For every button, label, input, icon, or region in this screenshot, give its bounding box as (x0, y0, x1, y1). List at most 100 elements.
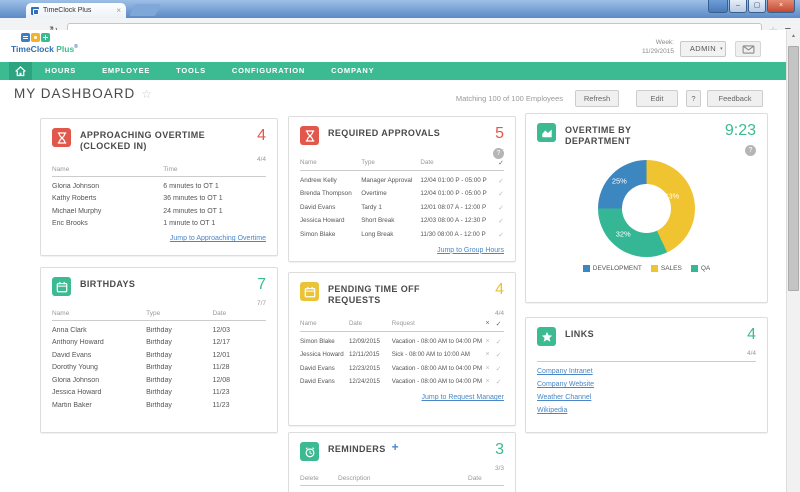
link-company-website[interactable]: Company Website (537, 381, 756, 388)
approve-icon[interactable]: ✓ (492, 231, 504, 239)
help-icon[interactable]: ? (745, 145, 756, 156)
table-row: David Evans 12/23/2015 Vacation - 08:00 … (300, 359, 504, 373)
card-count: 4 (747, 327, 756, 342)
cell-date: 12/04 01:00 P - 05:00 P (420, 190, 492, 198)
nav-item-tools[interactable]: TOOLS (163, 62, 219, 80)
tab-close-icon[interactable]: × (116, 7, 121, 15)
approve-icon[interactable]: ✓ (492, 204, 504, 212)
deny-icon[interactable]: × (482, 338, 493, 346)
hourglass-icon (300, 126, 319, 145)
card-approaching-overtime: APPROACHING OVERTIME (CLOCKED IN) 4 4/4 … (40, 118, 278, 256)
matching-employees-text: Matching 100 of 100 Employees (456, 94, 563, 103)
minimize-button[interactable]: – (729, 0, 747, 13)
edit-button[interactable]: Edit (636, 90, 678, 107)
cell-name: David Evans (300, 378, 349, 386)
jump-to-group-hours-link[interactable]: Jump to Group Hours (300, 247, 504, 254)
nav-item-hours[interactable]: HOURS (32, 62, 89, 80)
cell-name: Jessica Howard (300, 217, 361, 225)
cell-date: 12/04 01:00 P - 05:00 P (420, 177, 492, 185)
deny-all-icon[interactable]: × (482, 320, 493, 328)
cell-date: 12/24/2015 (349, 378, 392, 386)
cell-date: 12/03 08:00 A - 12:30 P (420, 217, 492, 225)
column-name: Name (300, 320, 349, 328)
scroll-up-icon[interactable]: ▲ (787, 30, 800, 43)
column-type: Type (146, 310, 212, 317)
card-links: LINKS 4 4/4 Company Intranet Company Web… (525, 317, 768, 433)
card-pending-time-off: PENDING TIME OFF REQUESTS 4 4/4 Name Dat… (288, 272, 516, 426)
card-overtime-by-department: OVERTIME BY DEPARTMENT 9:23 ? 43% 32% 25… (525, 113, 768, 303)
column-date: Date (349, 320, 392, 328)
deny-icon[interactable]: × (482, 378, 493, 386)
approve-all-icon[interactable]: ✓ (493, 320, 504, 328)
admin-menu-button[interactable]: ADMIN ▾ (680, 41, 726, 57)
legend-swatch (651, 265, 658, 272)
close-button[interactable]: × (767, 0, 795, 13)
link-company-intranet[interactable]: Company Intranet (537, 368, 756, 375)
cell-time: 24 minutes to OT 1 (163, 208, 266, 215)
card-header: APPROACHING OVERTIME (CLOCKED IN) 4 (52, 128, 266, 152)
table-row: Gloria Johnson Birthday 12/08 (52, 371, 266, 384)
table-row: Gloria Johnson 6 minutes to OT 1 (52, 177, 266, 190)
cell-date: 12/09/2015 (349, 338, 392, 346)
deny-icon[interactable]: × (482, 365, 493, 373)
approve-icon[interactable]: ✓ (492, 190, 504, 198)
jump-to-request-manager-link[interactable]: Jump to Request Manager (300, 394, 504, 401)
cell-request: Vacation - 08:00 AM to 04:00 PM (392, 378, 482, 386)
nav-item-configuration[interactable]: CONFIGURATION (219, 62, 318, 80)
approve-icon[interactable]: ✓ (493, 365, 504, 373)
approve-icon[interactable]: ✓ (492, 177, 504, 185)
cell-time: 1 minute to OT 1 (163, 220, 266, 227)
table-row: Jessica Howard 12/11/2015 Sick - 08:00 A… (300, 346, 504, 360)
feedback-button[interactable]: Feedback (707, 90, 763, 107)
nav-item-company[interactable]: COMPANY (318, 62, 387, 80)
cell-name: Gloria Johnson (52, 183, 163, 190)
link-wikipedia[interactable]: Wikipedia (537, 407, 756, 414)
table-row: Martin Baker Birthday 11/23 (52, 396, 266, 409)
week-selector[interactable]: Week: 11/29/2015 (642, 39, 674, 56)
jump-to-approaching-overtime-link[interactable]: Jump to Approaching Overtime (52, 235, 266, 242)
approve-icon[interactable]: ✓ (493, 338, 504, 346)
shown-count: 3/3 (300, 465, 504, 473)
tab-title: TimeClock Plus (43, 7, 116, 14)
approve-icon[interactable]: ✓ (492, 217, 504, 225)
card-count: 3 (495, 442, 504, 457)
messages-button[interactable] (735, 41, 761, 57)
link-weather-channel[interactable]: Weather Channel (537, 394, 756, 401)
cell-time: 6 minutes to OT 1 (163, 183, 266, 190)
logo-dot-icon (31, 33, 40, 42)
cell-date: 11/23 (212, 402, 266, 409)
approve-icon[interactable]: ✓ (493, 378, 504, 386)
help-icon[interactable]: ? (493, 148, 504, 159)
cell-time: 36 minutes to OT 1 (163, 195, 266, 202)
star-outline-icon[interactable]: ☆ (141, 87, 153, 101)
cell-name: Andrew Kelly (300, 177, 361, 185)
help-button[interactable]: ? (686, 90, 701, 107)
cell-type: Manager Approval (361, 177, 420, 185)
page-title-text: MY DASHBOARD (14, 86, 135, 101)
maximize-button[interactable]: ▢ (748, 0, 766, 13)
donut-label-sales: 43% (664, 191, 679, 200)
deny-icon[interactable]: × (482, 351, 493, 359)
card-header: REQUIRED APPROVALS 5 (300, 126, 504, 145)
legend-item: DEVELOPMENT (583, 265, 642, 272)
approve-icon[interactable]: ✓ (493, 351, 504, 359)
nav-home-button[interactable] (9, 62, 32, 80)
cell-name: David Evans (52, 352, 146, 359)
refresh-button[interactable]: Refresh (575, 90, 619, 107)
scrollbar-thumb[interactable] (788, 46, 799, 291)
area-chart-icon (537, 123, 556, 142)
window-controls: – ▢ × (708, 0, 795, 13)
table-header: Name Date Request × ✓ (300, 320, 504, 332)
cell-date: 12/01 08:07 A - 12:00 P (420, 204, 492, 212)
vertical-scrollbar[interactable]: ▲ (786, 30, 800, 492)
browser-tab[interactable]: TimeClock Plus × (26, 3, 126, 18)
new-tab-button[interactable] (129, 4, 161, 16)
approve-all-icon[interactable]: ✓ (492, 159, 504, 167)
hourglass-icon (52, 128, 71, 147)
donut-label-development: 25% (612, 177, 627, 186)
add-reminder-button[interactable]: + (392, 442, 399, 453)
cell-date: 11/28 (212, 364, 266, 371)
nav-item-employee[interactable]: EMPLOYEE (89, 62, 163, 80)
profile-button[interactable] (708, 0, 728, 13)
table-header: Name Type Date ✓ (300, 159, 504, 171)
